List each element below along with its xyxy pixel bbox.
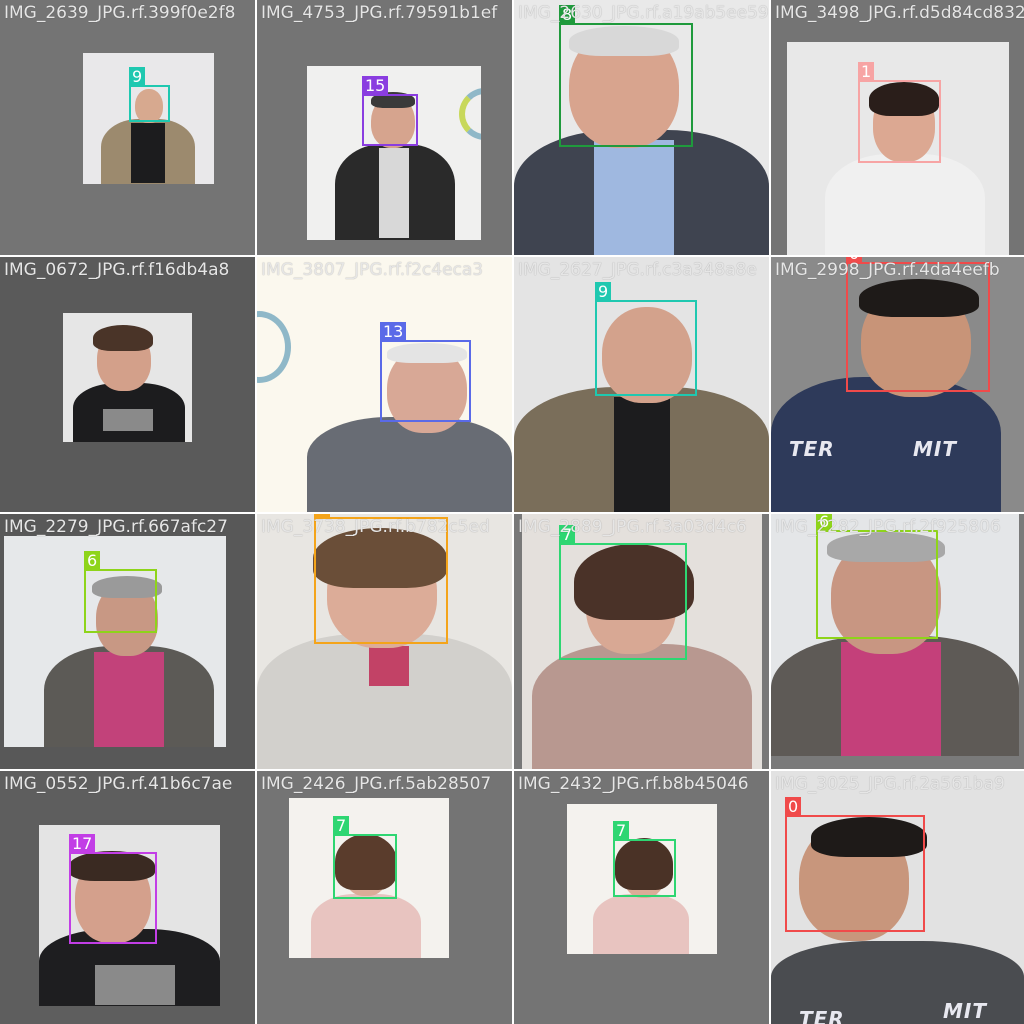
wall-logo [257, 311, 291, 383]
shirt-print-ter: TER [799, 1007, 845, 1024]
class-id-label: 6 [816, 514, 833, 531]
tile-photo [307, 66, 481, 240]
image-tile[interactable]: 7 IMG_2889_JPG.rf.3a03d4c6 [514, 514, 769, 769]
detection-box: 7 [613, 821, 676, 897]
class-id-label: 9 [595, 282, 612, 301]
class-id-label: 7 [559, 525, 576, 544]
shirt-print-mit: MIT [943, 999, 987, 1023]
tile-filename: IMG_3498_JPG.rf.d5d84cd832 [775, 3, 1024, 23]
class-id-label: 13 [380, 322, 407, 341]
tile-photo [63, 313, 192, 442]
detection-box: 7 [333, 816, 397, 899]
tile-filename: IMG_2279_JPG.rf.667afc27 [4, 517, 228, 537]
class-id-label: 1 [858, 62, 875, 81]
image-tile[interactable]: 9 IMG_2639_JPG.rf.399f0e2f8 [0, 0, 255, 255]
class-id-label: 0 [846, 257, 863, 263]
image-tile[interactable]: 7 IMG_2432_JPG.rf.b8b45046 [514, 771, 769, 1024]
image-tile[interactable]: 6 IMG_2282_JPG.rf.2f925806 [771, 514, 1024, 769]
detection-box: 1 [858, 62, 941, 163]
class-id-label: 0 [785, 797, 802, 816]
image-tile[interactable]: 9 IMG_2627_JPG.rf.c3a348a8e [514, 257, 769, 512]
detection-box: 17 [69, 834, 157, 944]
detection-box: 8 [559, 5, 693, 147]
image-tile[interactable]: 15 IMG_4753_JPG.rf.79591b1ef [257, 0, 512, 255]
tile-filename: IMG_0672_JPG.rf.f16db4a8 [4, 260, 230, 280]
wall-logo [459, 88, 481, 140]
detection-box: 15 [362, 76, 418, 146]
image-tile[interactable]: 8 IMG_2630_JPG.rf.a19ab5ee59d23a5 [514, 0, 769, 255]
class-id-label: 15 [362, 76, 389, 95]
detection-box: 9 [129, 67, 170, 122]
image-tile[interactable]: 1 IMG_3498_JPG.rf.d5d84cd832 [771, 0, 1024, 255]
detection-box: 3 [314, 514, 448, 644]
image-tile[interactable]: TER MIT 0 IMG_2998_JPG.rf.4da4eefb [771, 257, 1024, 512]
shirt-print-ter: TER [789, 437, 835, 461]
image-tile[interactable]: 17 IMG_0552_JPG.rf.41b6c7ae [0, 771, 255, 1024]
mosaic-grid: 9 IMG_2639_JPG.rf.399f0e2f8 15 IMG_4753_… [0, 0, 1024, 1024]
image-tile[interactable]: 7 IMG_2426_JPG.rf.5ab28507 [257, 771, 512, 1024]
tile-photo [4, 536, 226, 747]
detection-box: 0 [785, 797, 925, 932]
tile-filename: IMG_4753_JPG.rf.79591b1ef [261, 3, 498, 23]
image-tile[interactable]: 3 IMG_3738_JPG.rf.b782c5ed [257, 514, 512, 769]
detection-box: 6 [84, 551, 157, 633]
class-id-label: 6 [84, 551, 101, 570]
tile-filename: IMG_2432_JPG.rf.b8b45046 [518, 774, 749, 794]
class-id-label: 7 [333, 816, 350, 835]
image-tile[interactable]: 17 IMG_0672_JPG.rf.f16db4a8 [0, 257, 255, 512]
detection-box: 0 [846, 257, 990, 392]
image-tile[interactable]: 13 IMG_3807_JPG.rf.f2c4eca3 [257, 257, 512, 512]
class-id-label: 17 [69, 834, 96, 853]
tile-filename: IMG_0552_JPG.rf.41b6c7ae [4, 774, 233, 794]
shirt-print-mit: MIT [913, 437, 957, 461]
detection-box: 7 [559, 525, 687, 660]
tile-filename: IMG_2639_JPG.rf.399f0e2f8 [4, 3, 236, 23]
class-id-label: 9 [129, 67, 146, 86]
detection-box: 6 [816, 514, 938, 639]
detection-box: 13 [380, 322, 471, 422]
class-id-label: 3 [314, 514, 331, 518]
image-tile[interactable]: 6 IMG_2279_JPG.rf.667afc27 [0, 514, 255, 769]
class-id-label: 7 [613, 821, 630, 840]
detection-box: 9 [595, 282, 697, 396]
class-id-label: 8 [559, 5, 576, 24]
image-tile[interactable]: TER MIT 0 IMG_3025_JPG.rf.2a561ba9 [771, 771, 1024, 1024]
tile-filename: IMG_2426_JPG.rf.5ab28507 [261, 774, 492, 794]
